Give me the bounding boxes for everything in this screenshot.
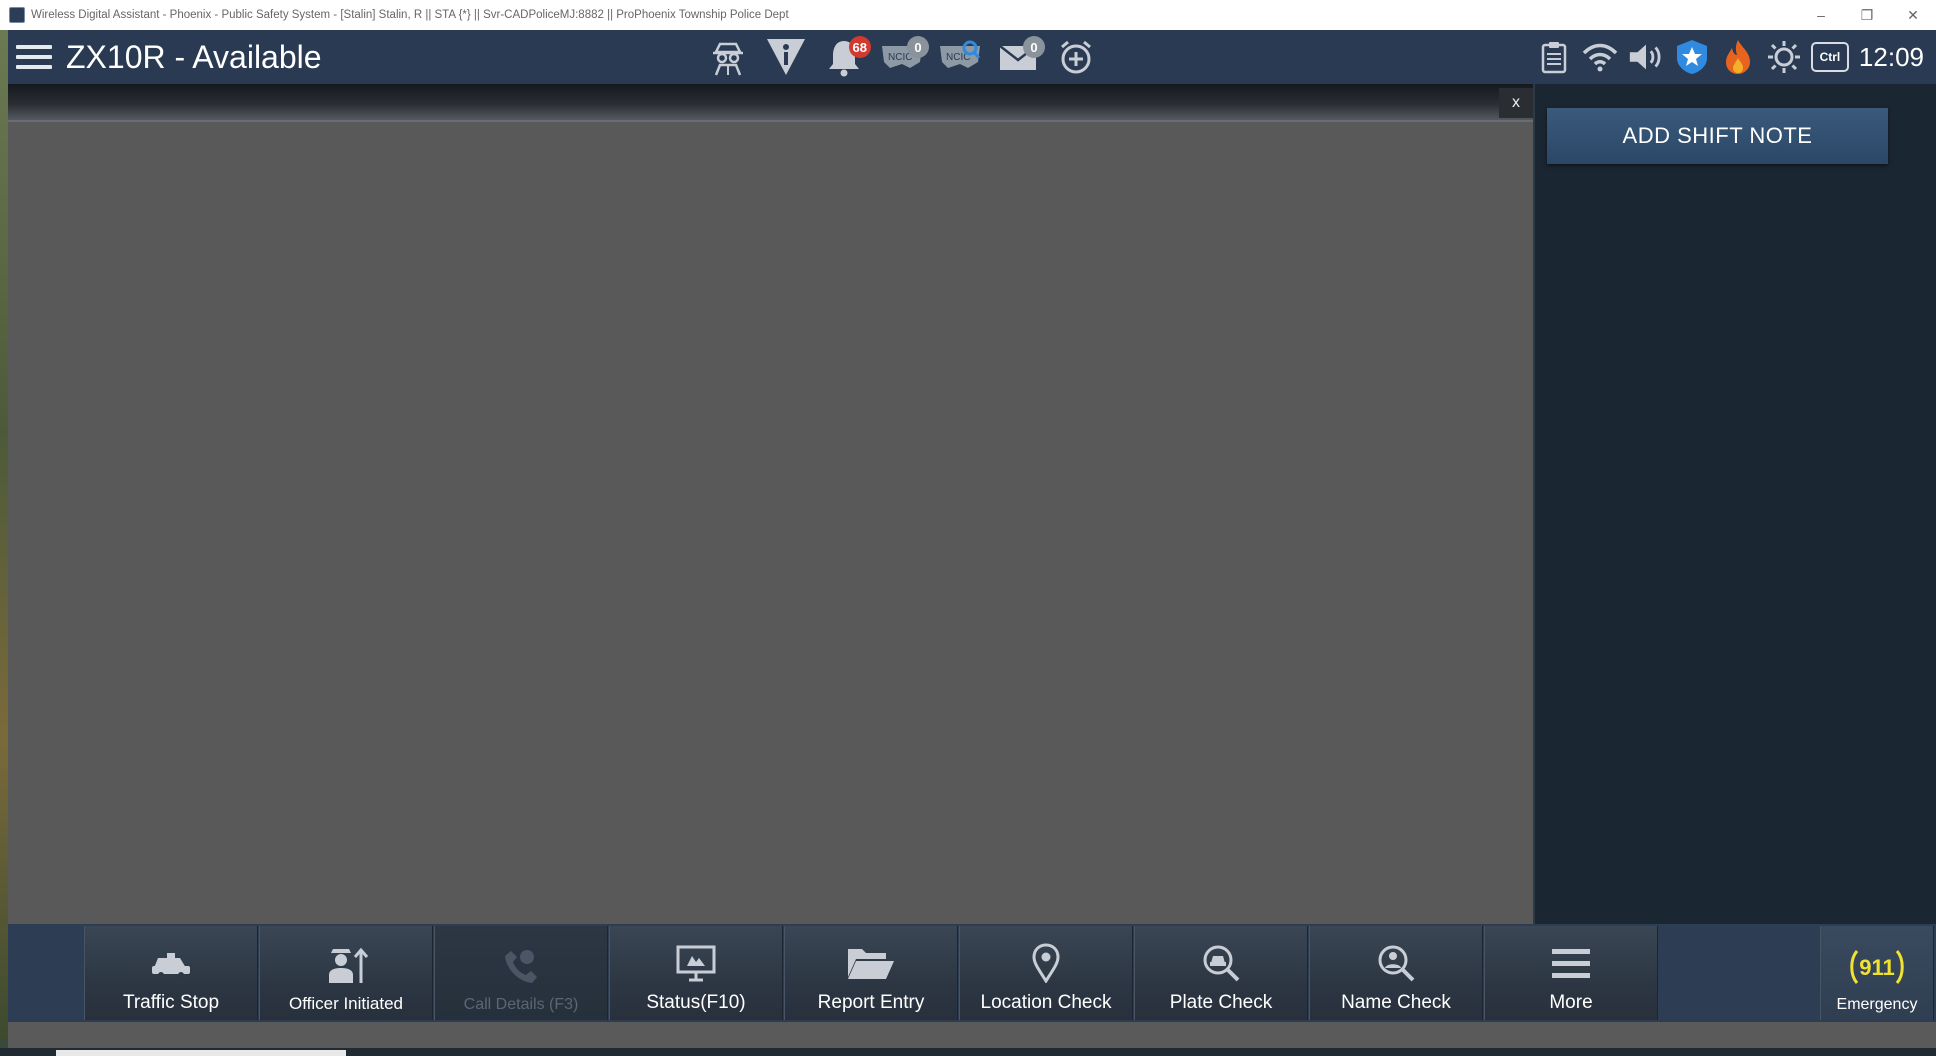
bell-icon[interactable]: 68 [821, 34, 871, 80]
desktop-background-strip [0, 30, 8, 1040]
call-details-label: Call Details (F3) [463, 996, 579, 1013]
minimize-button[interactable]: – [1798, 0, 1844, 30]
bottom-toolbar: Traffic Stop Officer Initiated Call Deta… [8, 924, 1936, 1022]
clock-display: 12:09 [1858, 41, 1924, 72]
call-details-button[interactable]: Call Details (F3) [434, 926, 608, 1020]
report-entry-label: Report Entry [817, 992, 925, 1013]
location-pin-icon [1031, 938, 1061, 988]
car-icon [150, 938, 192, 988]
close-panel-button[interactable]: x [1499, 88, 1533, 118]
clipboard-icon[interactable] [1535, 37, 1573, 77]
window-title-bar: Wireless Digital Assistant - Phoenix - P… [0, 0, 1936, 30]
ncic-count-badge: 0 [907, 36, 929, 58]
traffic-stop-button[interactable]: Traffic Stop [84, 926, 258, 1020]
plate-check-label: Plate Check [1169, 992, 1273, 1013]
ncic-icon[interactable]: NCIC 0 [879, 34, 929, 80]
app-icon [9, 7, 25, 23]
officer-initiated-button[interactable]: Officer Initiated [259, 926, 433, 1020]
location-check-label: Location Check [980, 992, 1112, 1013]
unit-status-title: ZX10R - Available [66, 38, 322, 75]
info-warning-icon[interactable] [763, 34, 809, 80]
phone-icon [501, 942, 541, 992]
status-bar [8, 1022, 1936, 1048]
messages-count-badge: 0 [1023, 36, 1045, 58]
add-shift-note-button[interactable]: ADD SHIFT NOTE [1547, 108, 1888, 164]
brightness-icon[interactable] [1765, 37, 1803, 77]
main-content-panel: x [8, 84, 1533, 924]
location-check-button[interactable]: Location Check [959, 926, 1133, 1020]
plate-check-button[interactable]: Plate Check [1134, 926, 1308, 1020]
report-entry-button[interactable]: Report Entry [784, 926, 958, 1020]
name-check-button[interactable]: Name Check [1309, 926, 1483, 1020]
emergency-label: Emergency [1836, 996, 1918, 1013]
hamburger-menu-icon[interactable] [16, 42, 52, 72]
more-button[interactable]: More [1484, 926, 1658, 1020]
officer-initiated-label: Officer Initiated [288, 994, 404, 1013]
spy-icon[interactable] [705, 34, 751, 80]
status-f10-label: Status(F10) [646, 992, 746, 1013]
car-search-icon [1201, 938, 1241, 988]
emergency-911-icon: 911 [1847, 942, 1907, 992]
mail-icon[interactable]: 0 [995, 34, 1045, 80]
monitor-icon [675, 938, 717, 988]
ncic-search-icon[interactable]: NCIC [937, 34, 983, 80]
person-search-icon [1376, 938, 1416, 988]
fire-icon[interactable] [1719, 37, 1757, 77]
status-f10-button[interactable]: Status(F10) [609, 926, 783, 1020]
police-badge-icon[interactable] [1673, 37, 1711, 77]
panel-top-strip: x [8, 84, 1533, 122]
menu-icon [1550, 938, 1592, 988]
ctrl-key-button[interactable]: Ctrl [1810, 42, 1849, 72]
svg-text:911: 911 [1859, 955, 1895, 980]
folder-icon [846, 938, 896, 988]
officer-icon [323, 940, 369, 990]
more-label: More [1549, 992, 1593, 1013]
restore-button[interactable]: ❐ [1844, 0, 1890, 30]
traffic-stop-label: Traffic Stop [122, 992, 220, 1013]
name-check-label: Name Check [1341, 992, 1451, 1013]
emergency-button[interactable]: 911 Emergency [1820, 926, 1934, 1020]
wifi-icon[interactable] [1581, 37, 1619, 77]
taskbar-strip [0, 1048, 1936, 1056]
close-window-button[interactable]: ✕ [1890, 0, 1936, 30]
alerts-count-badge: 68 [848, 36, 871, 58]
speaker-icon[interactable] [1627, 37, 1665, 77]
shift-notes-side-panel: ADD SHIFT NOTE [1533, 84, 1936, 924]
app-header: ZX10R - Available 68 NCIC 0 NCIC 0 Ctrl … [8, 30, 1936, 84]
alarm-add-icon[interactable] [1053, 34, 1099, 80]
window-title: Wireless Digital Assistant - Phoenix - P… [31, 9, 789, 21]
